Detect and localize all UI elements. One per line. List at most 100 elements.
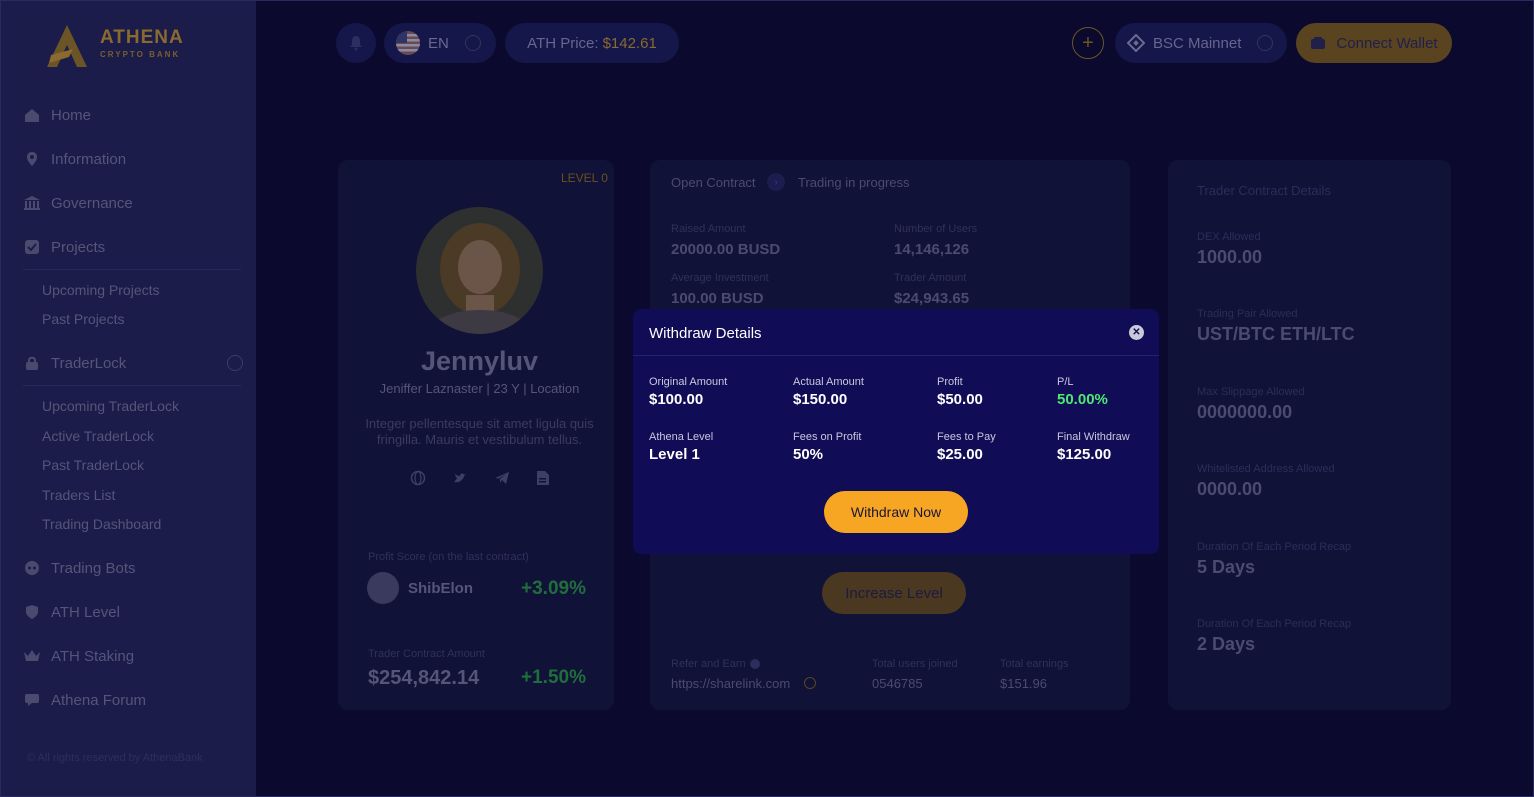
- users-value: 14,146,126: [894, 241, 970, 258]
- connect-wallet-button[interactable]: Connect Wallet: [1296, 23, 1452, 63]
- us-flag-icon: [396, 31, 420, 55]
- increase-level-button[interactable]: Increase Level: [822, 572, 966, 614]
- actual-amount-field: Actual Amount $150.00: [793, 376, 864, 408]
- sidebar-item-athena-forum[interactable]: Athena Forum: [23, 688, 243, 712]
- avg-investment-label: Average Investment: [671, 272, 769, 284]
- coin-change: +3.09%: [521, 578, 586, 599]
- detail-value: 5 Days: [1197, 557, 1256, 577]
- coin-name: ShibElon: [408, 580, 473, 597]
- ath-price-badge: ATH Price: $142.61: [505, 23, 679, 63]
- total-joined-value: 0546785: [872, 676, 923, 691]
- breadcrumb-trading-status: Trading in progress: [798, 175, 910, 190]
- sidebar-subitem-trading-dashboard[interactable]: Trading Dashboard: [42, 516, 161, 532]
- brand-name: ATHENA: [100, 27, 184, 48]
- twitter-icon[interactable]: [452, 470, 468, 486]
- sidebar-subitem-past-traderlock[interactable]: Past TraderLock: [42, 457, 144, 473]
- trader-meta: Jeniffer Laznaster | 23 Y | Location: [379, 381, 580, 396]
- close-icon[interactable]: ✕: [1129, 325, 1144, 340]
- sidebar: ATHENA CRYPTO BANK Home Information Gove…: [1, 1, 256, 796]
- chevron-down-icon: [1257, 35, 1274, 51]
- shield-icon: [23, 603, 41, 621]
- avg-investment-value: 100.00 BUSD: [671, 290, 764, 307]
- sidebar-item-label: TraderLock: [51, 354, 127, 372]
- sidebar-item-label: Governance: [51, 194, 133, 212]
- sidebar-item-projects[interactable]: Projects: [23, 235, 243, 259]
- fees-to-pay-field: Fees to Pay $25.00: [937, 431, 996, 463]
- detail-value: 2 Days: [1197, 634, 1256, 654]
- detail-label: Whitelisted Address Allowed: [1197, 463, 1335, 475]
- sidebar-subitem-active-traderlock[interactable]: Active TraderLock: [42, 428, 154, 444]
- breadcrumb-open-contract[interactable]: Open Contract: [671, 175, 756, 190]
- field-label: P/L: [1057, 376, 1074, 388]
- original-amount-field: Original Amount $100.00: [649, 376, 727, 408]
- field-value: 50.00%: [1057, 391, 1108, 408]
- field-value: $50.00: [937, 391, 983, 408]
- field-value: $100.00: [649, 391, 704, 408]
- fees-on-profit-field: Fees on Profit 50%: [793, 431, 861, 463]
- details-title: Trader Contract Details: [1197, 183, 1331, 198]
- sidebar-subitem-upcoming-traderlock[interactable]: Upcoming TraderLock: [42, 398, 179, 414]
- shibelon-coin-icon: [367, 572, 399, 604]
- sidebar-item-label: Athena Forum: [51, 691, 147, 709]
- bnb-chain-icon: [1127, 34, 1145, 52]
- withdraw-now-button[interactable]: Withdraw Now: [824, 491, 968, 533]
- chevron-down-icon: [464, 35, 481, 51]
- trader-description: Integer pellentesque sit amet ligula qui…: [365, 416, 594, 447]
- sidebar-item-trading-bots[interactable]: Trading Bots: [23, 556, 243, 580]
- connect-wallet-label: Connect Wallet: [1336, 34, 1438, 52]
- total-earnings-value: $151.96: [1000, 676, 1047, 691]
- sidebar-item-information[interactable]: Information: [23, 147, 243, 171]
- field-value: Level 1: [649, 446, 700, 463]
- social-links: [410, 470, 552, 486]
- sidebar-item-label: ATH Staking: [51, 647, 135, 665]
- sidebar-item-ath-level[interactable]: ATH Level: [23, 600, 243, 624]
- field-label: Fees to Pay: [937, 431, 996, 443]
- bell-icon: [350, 36, 362, 51]
- detail-label: Max Slippage Allowed: [1197, 386, 1305, 398]
- sidebar-item-label: Trading Bots: [51, 559, 136, 577]
- sidebar-item-governance[interactable]: Governance: [23, 191, 243, 215]
- final-withdraw-field: Final Withdraw $125.00: [1057, 431, 1130, 463]
- globe-icon[interactable]: [410, 470, 426, 486]
- brand-tagline: CRYPTO BANK: [100, 50, 181, 59]
- sidebar-subitem-past-projects[interactable]: Past Projects: [42, 311, 124, 327]
- info-icon[interactable]: [750, 659, 760, 669]
- chevron-down-icon[interactable]: [227, 355, 243, 371]
- field-label: Fees on Profit: [793, 431, 862, 443]
- add-token-button[interactable]: +: [1072, 27, 1104, 59]
- bot-icon: [23, 559, 41, 577]
- language-selector[interactable]: EN: [384, 23, 496, 63]
- athena-logo-icon: [47, 25, 87, 67]
- sidebar-item-home[interactable]: Home: [23, 103, 243, 127]
- field-label: Profit: [937, 376, 963, 388]
- refer-link[interactable]: https://sharelink.com: [671, 676, 790, 691]
- notifications-button[interactable]: [336, 23, 376, 63]
- trader-amount-label: Trader Amount: [894, 272, 967, 284]
- nav-divider: [23, 269, 241, 270]
- sidebar-item-ath-staking[interactable]: ATH Staking: [23, 644, 243, 668]
- athena-level-field: Athena Level Level 1: [649, 431, 713, 463]
- document-icon[interactable]: [536, 470, 552, 486]
- plus-icon: +: [1082, 31, 1094, 54]
- trader-name: Jennyluv: [420, 346, 539, 376]
- sidebar-item-label: Projects: [51, 238, 106, 256]
- raised-amount-label: Raised Amount: [671, 223, 746, 235]
- copy-icon[interactable]: [804, 677, 816, 689]
- sidebar-subitem-upcoming-projects[interactable]: Upcoming Projects: [42, 282, 160, 298]
- pin-icon: [23, 150, 41, 168]
- price-label: ATH Price:: [527, 34, 599, 52]
- field-value: $150.00: [793, 391, 848, 408]
- sidebar-item-traderlock[interactable]: TraderLock: [23, 351, 243, 375]
- detail-value: 0000000.00: [1197, 402, 1293, 422]
- nav-divider: [23, 385, 241, 386]
- network-selector[interactable]: BSC Mainnet: [1115, 23, 1287, 63]
- telegram-icon[interactable]: [494, 470, 510, 486]
- sidebar-subitem-traders-list[interactable]: Traders List: [42, 487, 115, 503]
- detail-value: UST/BTC ETH/LTC: [1197, 324, 1355, 344]
- level-badge: LEVEL 0: [561, 171, 608, 185]
- modal-divider: [633, 355, 1159, 356]
- brand-logo[interactable]: ATHENA CRYPTO BANK: [43, 23, 203, 69]
- field-value: $25.00: [937, 446, 983, 463]
- price-value: $142.61: [602, 34, 657, 52]
- total-joined-label: Total users joined: [872, 658, 958, 670]
